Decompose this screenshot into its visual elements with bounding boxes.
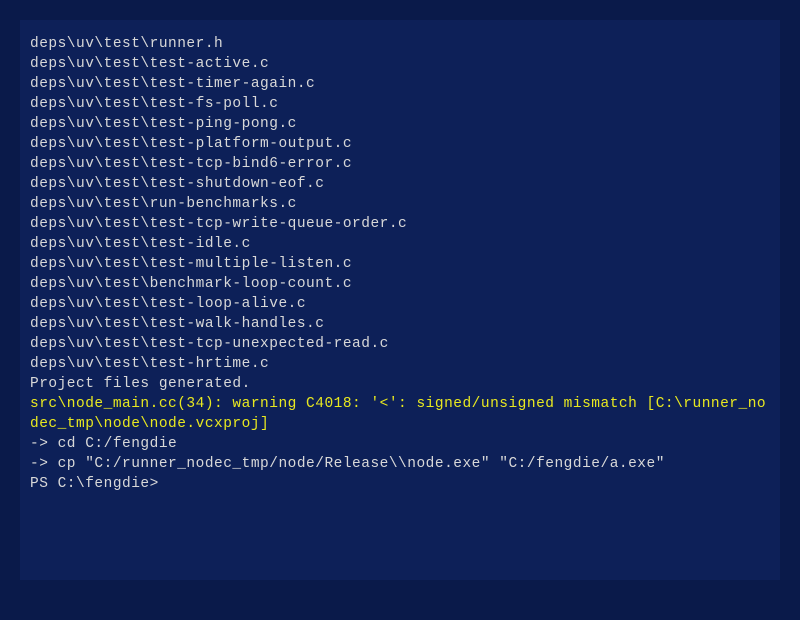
- output-line: deps\uv\test\test-ping-pong.c: [30, 114, 770, 134]
- prompt-prefix: PS C:\fengdie>: [30, 476, 159, 492]
- output-line: deps\uv\test\test-walk-handles.c: [30, 314, 770, 334]
- powershell-terminal[interactable]: deps\uv\test\runner.h deps\uv\test\test-…: [20, 20, 780, 580]
- output-line: deps\uv\test\run-benchmarks.c: [30, 194, 770, 214]
- prompt-line[interactable]: PS C:\fengdie>: [30, 476, 159, 492]
- terminal-scrollback: deps\uv\test\runner.h deps\uv\test\test-…: [30, 34, 770, 494]
- output-line: deps\uv\test\test-active.c: [30, 54, 770, 74]
- output-line: deps\uv\test\test-idle.c: [30, 234, 770, 254]
- output-line: deps\uv\test\test-timer-again.c: [30, 74, 770, 94]
- command-echo-line: -> cd C:/fengdie: [30, 434, 770, 454]
- status-line: Project files generated.: [30, 374, 770, 394]
- output-line: deps\uv\test\test-fs-poll.c: [30, 94, 770, 114]
- warning-line: src\node_main.cc(34): warning C4018: '<'…: [30, 396, 766, 432]
- output-line: deps\uv\test\test-tcp-bind6-error.c: [30, 154, 770, 174]
- output-line: deps\uv\test\test-shutdown-eof.c: [30, 174, 770, 194]
- output-line: deps\uv\test\test-multiple-listen.c: [30, 254, 770, 274]
- output-line: deps\uv\test\benchmark-loop-count.c: [30, 274, 770, 294]
- output-line: deps\uv\test\test-loop-alive.c: [30, 294, 770, 314]
- output-line: deps\uv\test\test-hrtime.c: [30, 354, 770, 374]
- output-line: deps\uv\test\test-tcp-unexpected-read.c: [30, 334, 770, 354]
- output-line: deps\uv\test\test-platform-output.c: [30, 134, 770, 154]
- output-line: deps\uv\test\runner.h: [30, 34, 770, 54]
- output-line: deps\uv\test\test-tcp-write-queue-order.…: [30, 214, 770, 234]
- command-echo-line: -> cp "C:/runner_nodec_tmp/node/Release\…: [30, 454, 770, 474]
